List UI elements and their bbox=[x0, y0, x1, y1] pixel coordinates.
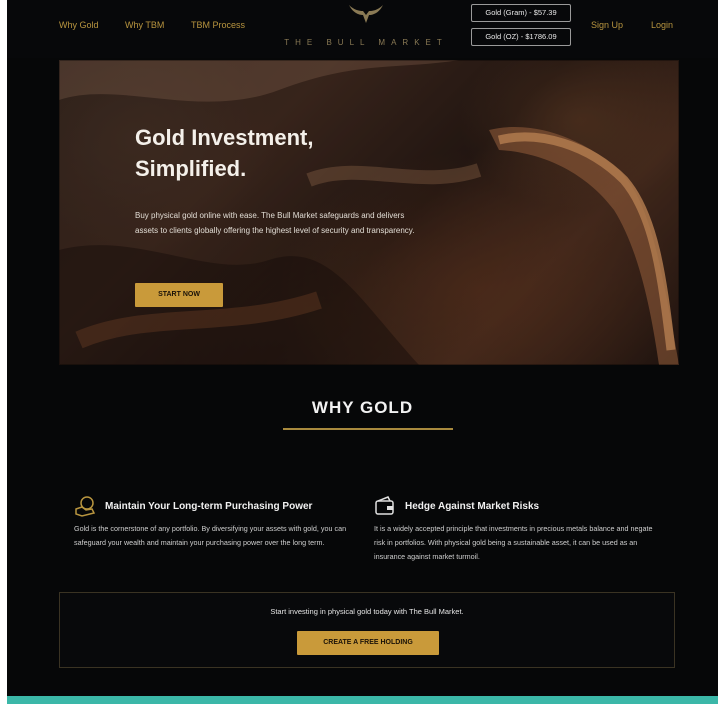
hero-banner: Gold Investment, Simplified. Buy physica… bbox=[59, 60, 679, 365]
cta-text: Start investing in physical gold today w… bbox=[270, 607, 464, 616]
gold-ounce-price: Gold (OZ) - $1786.09 bbox=[471, 28, 571, 46]
page-frame: Why Gold Why TBM TBM Process THE BULL MA… bbox=[7, 0, 718, 704]
footer-accent-bar bbox=[7, 696, 718, 704]
wallet-icon bbox=[375, 496, 394, 515]
create-free-holding-button[interactable]: CREATE A FREE HOLDING bbox=[297, 631, 439, 655]
cta-panel: Start investing in physical gold today w… bbox=[59, 592, 675, 668]
feature-title-purchasing-power: Maintain Your Long-term Purchasing Power bbox=[105, 501, 313, 512]
start-now-button[interactable]: START NOW bbox=[135, 283, 223, 307]
feature-title-market-risks: Hedge Against Market Risks bbox=[405, 501, 540, 512]
top-navigation: Why Gold Why TBM TBM Process THE BULL MA… bbox=[7, 0, 718, 58]
gold-gram-price: Gold (Gram) - $57.39 bbox=[471, 4, 571, 22]
brand-wordmark[interactable]: THE BULL MARKET bbox=[269, 38, 463, 47]
hero-title-line2: Simplified. bbox=[135, 156, 247, 181]
login-link[interactable]: Login bbox=[651, 20, 673, 30]
feature-text-purchasing-power: Gold is the cornerstone of any portfolio… bbox=[74, 524, 347, 547]
nav-link-why-tbm[interactable]: Why TBM bbox=[125, 20, 164, 30]
feature-text-market-risks: It is a widely accepted principle that i… bbox=[374, 524, 653, 561]
bull-logo-icon[interactable] bbox=[347, 3, 385, 27]
nav-link-why-gold[interactable]: Why Gold bbox=[59, 20, 99, 30]
hero-description: Buy physical gold online with ease. The … bbox=[135, 211, 415, 235]
signup-link[interactable]: Sign Up bbox=[591, 20, 623, 30]
nav-link-tbm-process[interactable]: TBM Process bbox=[191, 20, 245, 30]
hero-title: Gold Investment, Simplified. bbox=[135, 122, 435, 184]
shield-coin-icon bbox=[75, 496, 96, 517]
why-gold-heading: WHY GOLD bbox=[311, 398, 414, 417]
heading-divider bbox=[283, 428, 453, 430]
hero-title-line1: Gold Investment, bbox=[135, 125, 314, 150]
